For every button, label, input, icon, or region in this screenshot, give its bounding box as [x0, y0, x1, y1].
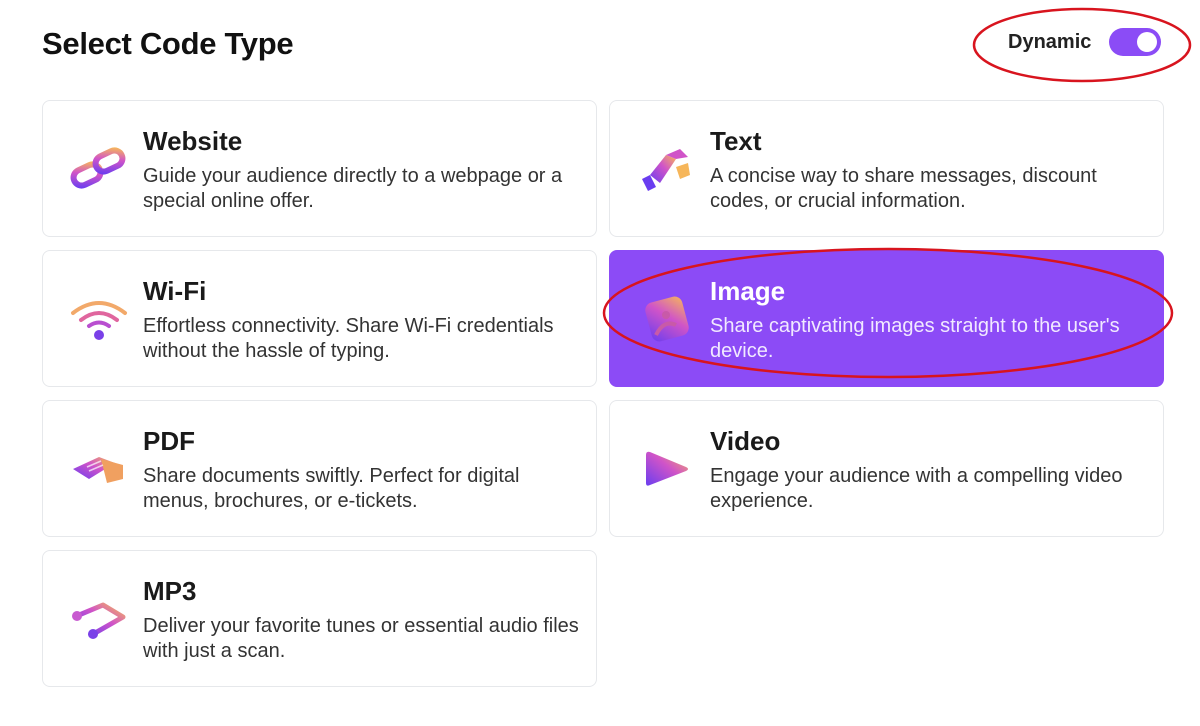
- page-title: Select Code Type: [42, 26, 293, 62]
- image-icon: [636, 291, 696, 347]
- dynamic-toggle-group: Dynamic: [1008, 28, 1161, 56]
- code-type-wifi[interactable]: Wi-Fi Effortless connectivity. Share Wi-…: [42, 250, 597, 387]
- dynamic-toggle[interactable]: [1109, 28, 1161, 56]
- text-icon: [636, 141, 696, 197]
- card-title: MP3: [143, 576, 196, 607]
- music-icon: [69, 591, 129, 647]
- code-type-image[interactable]: Image Share captivating images straight …: [609, 250, 1164, 387]
- dynamic-toggle-label: Dynamic: [1008, 31, 1091, 54]
- card-title: Image: [710, 276, 785, 307]
- code-type-mp3[interactable]: MP3 Deliver your favorite tunes or essen…: [42, 550, 597, 687]
- card-description: Engage your audience with a compelling v…: [710, 464, 1150, 514]
- video-icon: [636, 441, 696, 497]
- code-type-website[interactable]: Website Guide your audience directly to …: [42, 100, 597, 237]
- wifi-icon: [69, 291, 129, 347]
- card-description: Share documents swiftly. Perfect for dig…: [143, 464, 583, 514]
- card-title: Wi-Fi: [143, 276, 206, 307]
- toggle-knob: [1137, 32, 1157, 52]
- pdf-icon: [69, 441, 129, 497]
- card-description: A concise way to share messages, discoun…: [710, 164, 1150, 214]
- card-description: Deliver your favorite tunes or essential…: [143, 614, 583, 664]
- card-description: Guide your audience directly to a webpag…: [143, 164, 583, 214]
- code-type-text[interactable]: Text A concise way to share messages, di…: [609, 100, 1164, 237]
- card-title: Video: [710, 426, 780, 457]
- card-title: PDF: [143, 426, 195, 457]
- card-title: Text: [710, 126, 762, 157]
- card-description: Share captivating images straight to the…: [710, 314, 1150, 364]
- code-type-pdf[interactable]: PDF Share documents swiftly. Perfect for…: [42, 400, 597, 537]
- code-type-video[interactable]: Video Engage your audience with a compel…: [609, 400, 1164, 537]
- card-description: Effortless connectivity. Share Wi-Fi cre…: [143, 314, 583, 364]
- link-icon: [69, 141, 129, 197]
- card-title: Website: [143, 126, 242, 157]
